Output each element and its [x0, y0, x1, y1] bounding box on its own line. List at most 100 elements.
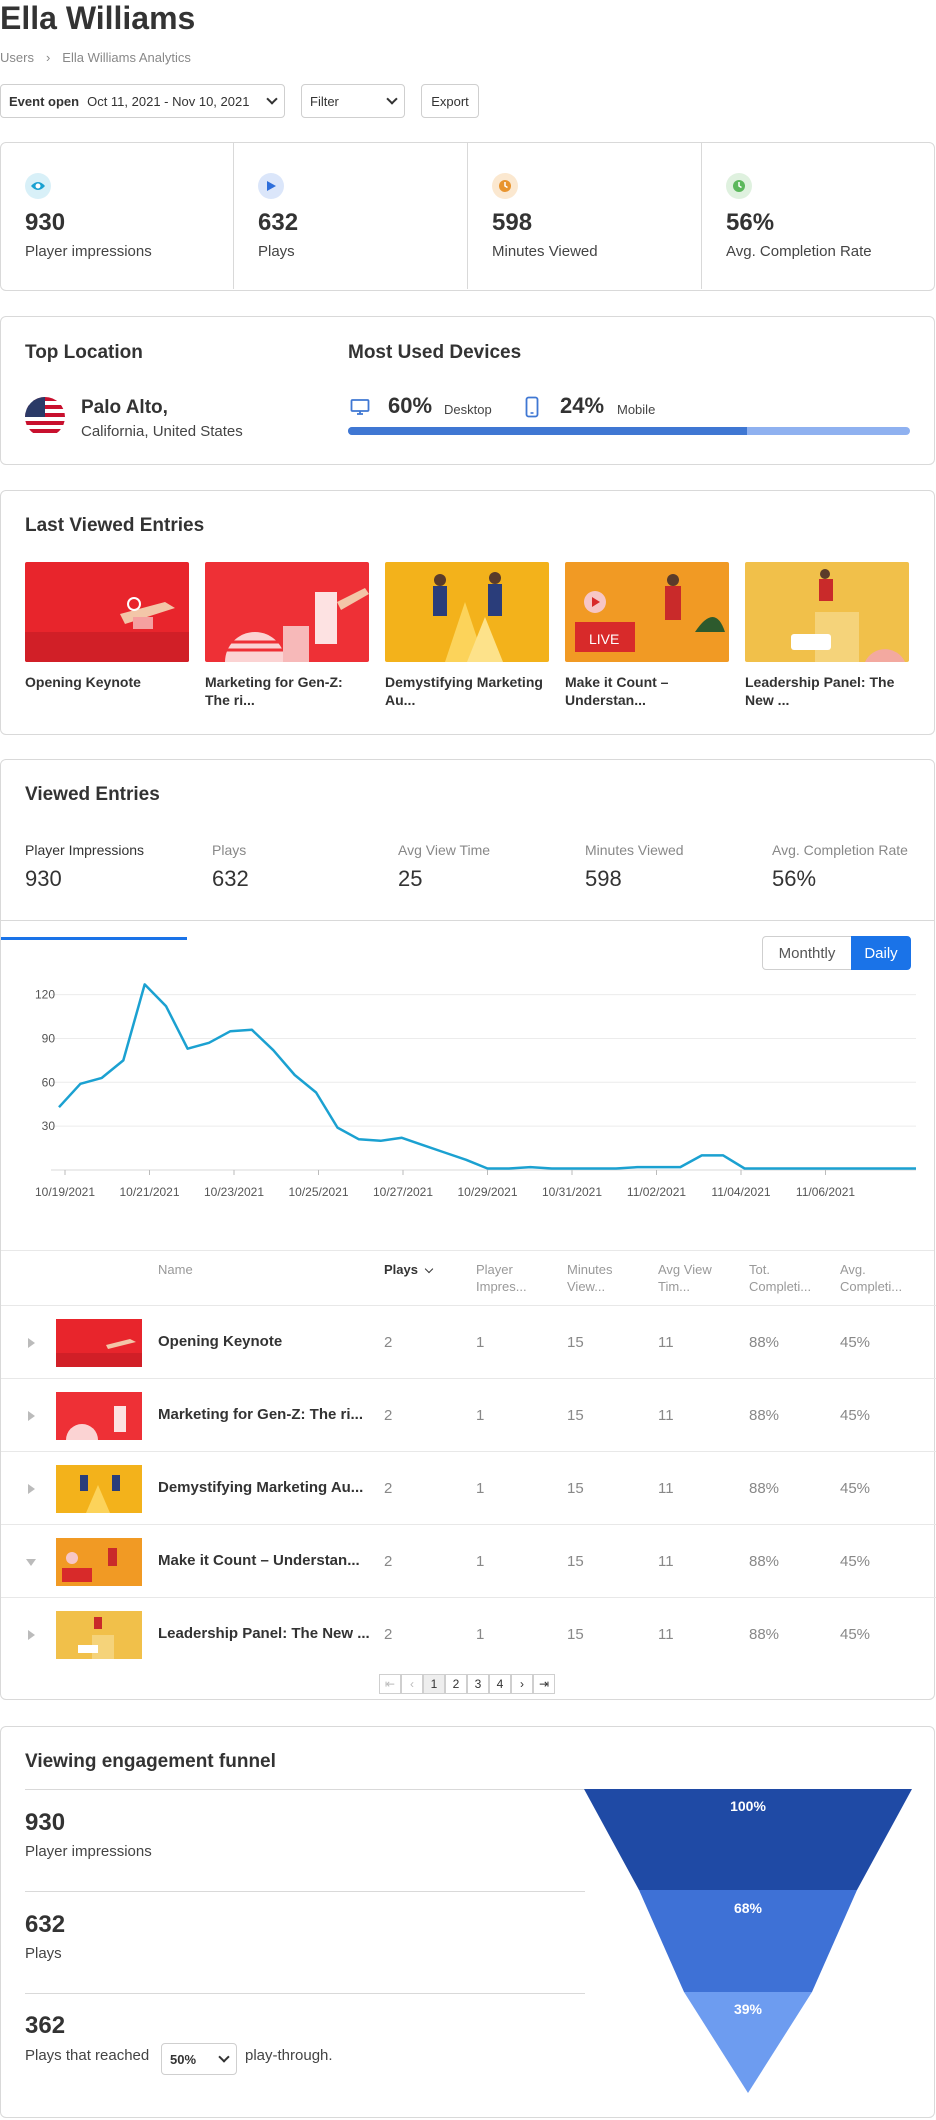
entry-title[interactable]: Demystifying Marketing Au...	[385, 673, 549, 709]
col-player-impressions[interactable]: Player Impres...	[476, 1261, 546, 1295]
kpi-completion-rate: 56% Avg. Completion Rate	[702, 143, 935, 289]
funnel-title: Viewing engagement funnel	[25, 1751, 276, 1772]
svg-text:LIVE: LIVE	[589, 631, 619, 647]
expand-icon[interactable]	[28, 1630, 35, 1640]
table-row[interactable]: Make it Count – Understan... 2 1 15 11 8…	[1, 1524, 936, 1597]
entry-title[interactable]: Marketing for Gen-Z: The ri...	[205, 673, 369, 709]
table-row[interactable]: Demystifying Marketing Au... 2 1 15 11 8…	[1, 1451, 936, 1524]
tab-plays[interactable]: Plays 632	[188, 842, 374, 940]
x-tick-label: 10/31/2021	[542, 1185, 602, 1199]
mobile-label: Mobile	[617, 402, 656, 417]
table-row[interactable]: Leadership Panel: The New ... 2 1 15 11 …	[1, 1597, 936, 1670]
clock-check-icon	[726, 173, 752, 199]
page-4-button[interactable]: 4	[489, 1674, 511, 1694]
date-range-value: Oct 11, 2021 - Nov 10, 2021	[87, 93, 250, 109]
mobile-pct: 24%	[560, 393, 605, 418]
entry-title[interactable]: Make it Count – Understan...	[565, 673, 729, 709]
last-page-button[interactable]: ⇥	[533, 1674, 555, 1694]
x-tick-label: 10/27/2021	[373, 1185, 433, 1199]
tab-minutes-viewed[interactable]: Minutes Viewed 598	[561, 842, 747, 940]
funnel-stage-label: Player impressions	[25, 1843, 152, 1860]
x-tick-label: 11/02/2021	[627, 1185, 686, 1199]
page-3-button[interactable]: 3	[467, 1674, 489, 1694]
prev-page-button[interactable]: ‹	[401, 1674, 423, 1694]
views-line-chart: 30 60 90 120 10/19/2021 10/21/2021 10/23/2021 1…	[35, 983, 917, 1199]
y-tick-label: 60	[42, 1075, 56, 1089]
col-avg-view-time[interactable]: Avg View Tim...	[658, 1261, 728, 1295]
table-row[interactable]: Opening Keynote 2 1 15 11 88% 45%	[1, 1305, 936, 1378]
col-plays[interactable]: Plays	[384, 1261, 433, 1278]
location-city: Palo Alto,	[81, 397, 168, 418]
funnel-stage-value: 632	[25, 1911, 66, 1938]
tabs-divider	[1, 920, 934, 921]
chevron-down-icon	[218, 2051, 230, 2063]
row-thumbnail	[56, 1611, 142, 1659]
funnel-divider	[25, 1993, 585, 1994]
col-total-completion[interactable]: Tot. Completi...	[749, 1261, 819, 1295]
collapse-icon[interactable]	[26, 1559, 36, 1566]
expand-icon[interactable]	[28, 1411, 35, 1421]
entry-thumbnail[interactable]: LIVE	[565, 562, 729, 662]
mobile-icon	[525, 396, 539, 423]
date-range-select[interactable]: Event open Oct 11, 2021 - Nov 10, 2021	[0, 84, 285, 118]
page-2-button[interactable]: 2	[445, 1674, 467, 1694]
entry-thumbnail[interactable]	[205, 562, 369, 662]
entry-thumbnail[interactable]	[745, 562, 909, 662]
entry-title[interactable]: Leadership Panel: The New ...	[745, 673, 909, 709]
kpi-card: 930 Player impressions 632 Plays 598 Min…	[0, 142, 935, 291]
funnel-stage-label: Plays	[25, 1945, 62, 1962]
entry-title[interactable]: Opening Keynote	[25, 673, 189, 691]
entry-thumbnail[interactable]	[25, 562, 189, 662]
monthly-toggle[interactable]: Monthtly	[762, 936, 852, 970]
last-viewed-title: Last Viewed Entries	[25, 515, 205, 536]
col-avg-completion[interactable]: Avg. Completi...	[840, 1261, 910, 1295]
funnel-pct-label: 68%	[734, 1900, 763, 1916]
threshold-suffix: play-through.	[245, 2047, 333, 2064]
y-tick-label: 90	[42, 1031, 56, 1045]
x-tick-label: 10/29/2021	[457, 1185, 517, 1199]
breadcrumb-users[interactable]: Users	[0, 50, 34, 65]
funnel-pct-label: 100%	[730, 1798, 766, 1814]
y-tick-label: 120	[35, 988, 55, 1002]
tab-player-impressions[interactable]: Player Impressions 930	[1, 842, 187, 940]
funnel-card: Viewing engagement funnel 930 Player imp…	[0, 1726, 935, 2118]
funnel-divider	[25, 1789, 585, 1790]
daily-toggle[interactable]: Daily	[851, 936, 911, 970]
funnel-stage-value: 362	[25, 2012, 66, 2039]
page-1-button[interactable]: 1	[423, 1674, 445, 1694]
tab-completion-rate[interactable]: Avg. Completion Rate 56%	[748, 842, 934, 940]
col-name[interactable]: Name	[158, 1261, 193, 1278]
x-tick-label: 10/19/2021	[35, 1185, 95, 1199]
threshold-select[interactable]: 50%	[161, 2043, 237, 2075]
table-row[interactable]: Marketing for Gen-Z: The ri... 2 1 15 11…	[1, 1378, 936, 1451]
viewed-entries-card: Viewed Entries Player Impressions 930 Pl…	[0, 759, 936, 1700]
clock-icon	[492, 173, 518, 199]
kpi-player-impressions: 930 Player impressions	[1, 143, 234, 289]
x-tick-label: 10/23/2021	[204, 1185, 264, 1199]
entry-thumbnail[interactable]	[385, 562, 549, 662]
col-minutes-viewed[interactable]: Minutes View...	[567, 1261, 637, 1295]
expand-icon[interactable]	[28, 1338, 35, 1348]
row-thumbnail	[56, 1465, 142, 1513]
row-thumbnail	[56, 1319, 142, 1367]
desktop-share-fill	[348, 427, 747, 435]
breadcrumb: Users › Ella Williams Analytics	[0, 50, 191, 65]
engagement-funnel-chart: 100% 68% 39%	[584, 1789, 912, 2093]
desktop-icon	[350, 397, 370, 422]
next-page-button[interactable]: ›	[511, 1674, 533, 1694]
chevron-down-icon	[266, 93, 278, 105]
desktop-pct: 60%	[388, 393, 433, 418]
export-button[interactable]: Export	[421, 84, 479, 118]
chevron-down-icon	[386, 93, 398, 105]
filter-label: Filter	[310, 93, 339, 109]
funnel-pct-label: 39%	[734, 2001, 763, 2017]
tab-avg-view-time[interactable]: Avg View Time 25	[374, 842, 560, 940]
first-page-button[interactable]: ⇤	[379, 1674, 401, 1694]
page-title: Ella Williams	[0, 0, 196, 36]
desktop-label: Desktop	[444, 402, 492, 417]
devices-title: Most Used Devices	[348, 342, 522, 363]
row-thumbnail	[56, 1392, 142, 1440]
expand-icon[interactable]	[28, 1484, 35, 1494]
filter-select[interactable]: Filter	[301, 84, 405, 118]
y-tick-label: 30	[42, 1119, 56, 1133]
